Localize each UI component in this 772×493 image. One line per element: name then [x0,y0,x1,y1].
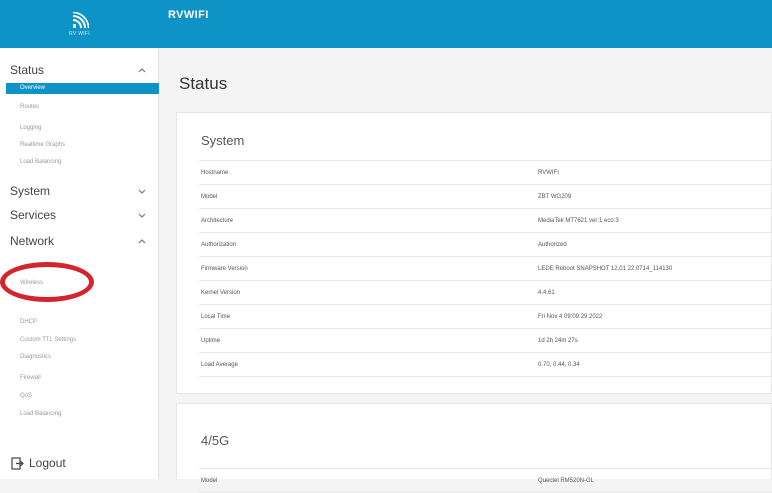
authorization-status: Authorized [538,241,567,248]
logo-brand-text: RV WIFI [69,30,90,37]
row-key: Firmware Version [201,265,248,272]
chevron-down-icon[interactable] [137,186,147,196]
system-card-title: System [201,133,245,148]
sidebar-item-diagnostics[interactable]: Diagnostics [20,354,51,360]
row-key: Kernel Version [201,289,241,296]
row-value: MediaTek MT7621 ver:1 eco:3 [538,217,619,224]
lte-card-title: 4/5G [201,433,230,448]
wifi-logo-icon [72,11,89,28]
sidebar-item-logging[interactable]: Logging [20,125,41,131]
sidebar-item-dhcp[interactable]: DHCP [20,319,37,325]
chevron-up-icon[interactable] [137,236,147,246]
row-key: Architecture [201,217,234,224]
lte-card: 4/5G Model Quectel RM520N-GL [176,403,772,493]
sidebar-item-routes[interactable]: Routes [20,104,39,110]
app-title: RVWIFI [168,9,209,21]
row-value: 0.70, 0.44, 0.34 [538,361,580,368]
table-row: Firmware Version LEDE Reboot SNAPSHOT 12… [199,257,772,281]
table-row: Hostname RVWIFI [199,160,772,185]
sidebar-section-system[interactable]: System [10,184,50,198]
sidebar-section-network[interactable]: Network [10,234,54,248]
table-row: Kernel Version 4.4.61 [199,281,772,305]
logout-label: Logout [29,456,66,470]
row-key: Model [201,193,218,200]
logo[interactable]: RV WIFI [0,0,159,48]
sidebar-item-load-balancing[interactable]: Load Balancing [20,159,61,165]
row-value: LEDE Reboot SNAPSHOT 12.01 22.0714_11413… [538,265,673,272]
row-value: 1d 2h 24m 27s [538,337,578,344]
table-row: Uptime 1d 2h 24m 27s [199,329,772,353]
sidebar-section-services[interactable]: Services [10,208,56,222]
row-key: Load Average [201,361,238,368]
table-row: Local Time Fri Nov 4 09:09:29 2022 [199,305,772,329]
sidebar-item-realtime-graphs[interactable]: Realtime Graphs [20,142,65,148]
table-row: Load Average 0.70, 0.44, 0.34 [199,353,772,377]
row-value: Quectel RM520N-GL [538,477,595,484]
sidebar-section-status[interactable]: Status [10,63,44,77]
row-key: Uptime [201,337,221,344]
chevron-up-icon[interactable] [137,65,147,75]
sidebar-item-qos[interactable]: QoS [20,393,32,399]
logout-icon [11,456,24,470]
table-row: Authorization Authorized [199,233,772,257]
row-value: Fri Nov 4 09:09:29 2022 [538,313,603,320]
table-row: Model ZBT WG209 [199,185,772,209]
row-value: 4.4.61 [538,289,555,296]
sidebar-item-load-balancing-network[interactable]: Load Balancing [20,411,61,417]
row-key: Authorization [201,241,237,248]
row-key: Model [201,477,218,484]
table-row: Model Quectel RM520N-GL [199,468,772,493]
system-info-table: Hostname RVWIFI Model ZBT WG209 Architec… [199,160,772,377]
logout-button[interactable]: Logout [11,456,66,470]
table-row: Architecture MediaTek MT7621 ver:1 eco:3 [199,209,772,233]
sidebar-item-firewall[interactable]: Firewall [20,375,41,381]
top-bar: RV WIFI RVWIFI [0,0,772,48]
sidebar-item-custom-ttl-settings[interactable]: Custom TTL Settings [20,337,76,343]
highlight-oval [0,262,94,302]
sidebar-item-overview[interactable]: Overview [6,83,159,94]
row-key: Local Time [201,313,231,320]
row-key: Hostname [201,169,229,176]
system-card: System Hostname RVWIFI Model ZBT WG209 A… [176,112,772,394]
chevron-down-icon[interactable] [137,210,147,220]
lte-info-table: Model Quectel RM520N-GL [199,468,772,493]
row-value: RVWIFI [538,169,559,176]
row-value: ZBT WG209 [538,193,572,200]
page-title: Status [179,74,228,93]
